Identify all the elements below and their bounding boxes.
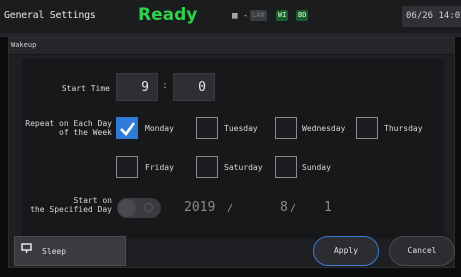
wifi-badge: WI <box>276 10 289 21</box>
specified-day-label-line2: the Specified Day <box>30 205 112 214</box>
top-bar: General Settings Ready ▦ - LAN WI BD 06/… <box>0 0 461 33</box>
sleep-icon <box>21 243 38 261</box>
sunday-label: Sunday <box>302 163 331 172</box>
toggle-off-icon <box>144 203 153 212</box>
panel-header: Wakeup <box>9 38 454 55</box>
repeat-label: Repeat on Each Day of the Week <box>20 119 112 137</box>
specified-day-toggle[interactable] <box>117 198 161 218</box>
thursday-label: Thursday <box>384 124 423 133</box>
toggle-knob <box>118 199 136 217</box>
date-separator: / <box>290 203 297 214</box>
hour-input[interactable]: 9 <box>116 73 158 101</box>
thursday-checkbox[interactable] <box>356 117 378 139</box>
bluetooth-badge: BD <box>296 10 309 21</box>
app-title: General Settings <box>4 10 96 21</box>
tuesday-checkbox[interactable] <box>196 117 218 139</box>
specified-day-label-line1: Start on <box>73 196 112 205</box>
sleep-label: Sleep <box>42 247 67 256</box>
wakeup-panel: Wakeup <box>8 37 455 268</box>
specified-day-label: Start on the Specified Day <box>10 196 112 214</box>
saturday-label: Saturday <box>224 163 263 172</box>
check-icon <box>120 122 136 136</box>
status-ready: Ready <box>138 5 198 25</box>
day-field[interactable]: 1 <box>324 200 332 215</box>
year-field[interactable]: 2019 <box>184 200 215 215</box>
friday-label: Friday <box>145 163 174 172</box>
wednesday-checkbox[interactable] <box>275 117 297 139</box>
cancel-button[interactable]: Cancel <box>389 236 455 266</box>
monday-checkbox[interactable] <box>116 117 138 139</box>
lan-badge: LAN <box>250 10 267 21</box>
friday-checkbox[interactable] <box>116 156 138 178</box>
sunday-checkbox[interactable] <box>275 156 297 178</box>
tuesday-label: Tuesday <box>224 124 258 133</box>
repeat-label-line2: of the Week <box>59 128 112 137</box>
saturday-checkbox[interactable] <box>196 156 218 178</box>
wednesday-label: Wednesday <box>302 124 346 133</box>
clock-display: 06/26 14:0 <box>402 6 461 27</box>
date-separator: / <box>227 203 234 214</box>
month-field[interactable]: 8 <box>280 200 288 215</box>
status-dropdown[interactable]: ▦ - <box>232 11 248 21</box>
time-separator: : <box>162 80 169 91</box>
sleep-button[interactable]: Sleep <box>14 236 126 266</box>
repeat-label-line1: Repeat on Each Day <box>25 119 112 128</box>
monday-label: Monday <box>145 124 174 133</box>
apply-button[interactable]: Apply <box>313 236 379 266</box>
start-time-label: Start Time <box>61 84 110 93</box>
panel-title: Wakeup <box>11 41 37 49</box>
minute-input[interactable]: 0 <box>173 73 215 101</box>
